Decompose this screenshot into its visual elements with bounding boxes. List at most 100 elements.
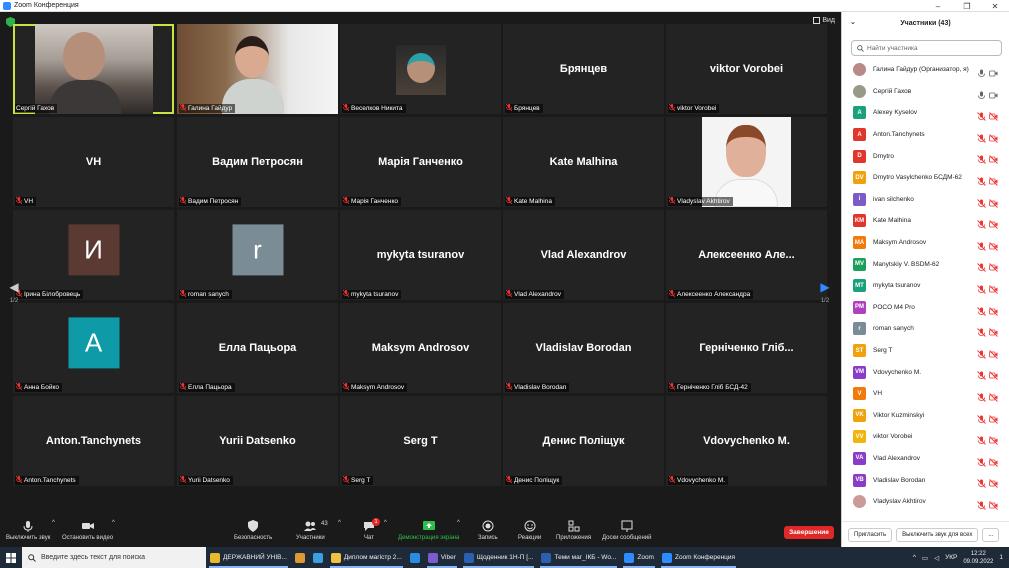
- video-tile[interactable]: Vladislav Borodan Vladislav Borodan: [503, 303, 664, 393]
- participant-row[interactable]: Галина Гайдур (Организатор, я): [842, 59, 1009, 81]
- participant-row[interactable]: DV Dmytro Vasylchenko БСДМ-62: [842, 167, 1009, 189]
- video-tile[interactable]: Anton.Tanchynets Anton.Tanchynets: [13, 396, 174, 486]
- notification-count[interactable]: 1: [999, 554, 1003, 561]
- taskbar-app[interactable]: Щоденник 1Н-П [...: [460, 547, 538, 568]
- taskbar-app[interactable]: Теми маг_ІКБ - Wo...: [537, 547, 620, 568]
- taskbar-app[interactable]: Диплом магістр 2...: [327, 547, 406, 568]
- video-tile[interactable]: Yurii Datsenko Yurii Datsenko: [177, 396, 338, 486]
- security-button[interactable]: Безопасность: [234, 520, 272, 541]
- stop-video-button[interactable]: Остановить видео: [62, 520, 113, 541]
- muted-microphone-icon[interactable]: [977, 475, 986, 489]
- video-tile[interactable]: r roman sanych: [177, 210, 338, 300]
- close-button[interactable]: ✕: [981, 0, 1009, 12]
- muted-microphone-icon[interactable]: [977, 108, 986, 122]
- end-meeting-button[interactable]: Завершение: [784, 526, 834, 539]
- mute-button[interactable]: Выключить звук: [6, 520, 50, 541]
- video-off-icon[interactable]: [989, 108, 998, 122]
- muted-microphone-icon[interactable]: [977, 432, 986, 445]
- prev-page-button[interactable]: ◀ 1/2: [9, 267, 19, 317]
- chat-options-caret[interactable]: ^: [384, 520, 387, 526]
- video-off-icon[interactable]: [989, 259, 998, 273]
- minimize-button[interactable]: –: [924, 0, 952, 12]
- muted-microphone-icon[interactable]: [977, 389, 986, 402]
- taskbar-app[interactable]: [309, 547, 327, 568]
- muted-microphone-icon[interactable]: [977, 130, 986, 143]
- video-tile[interactable]: Герніченко Гліб... Герніченко Гліб БСД-42: [666, 303, 827, 393]
- participants-options-caret[interactable]: ^: [338, 520, 341, 526]
- muted-microphone-icon[interactable]: [977, 497, 986, 510]
- video-off-icon[interactable]: [989, 346, 998, 359]
- participant-row[interactable]: V VH: [842, 383, 1009, 405]
- record-button[interactable]: Запись: [478, 520, 498, 541]
- video-off-icon[interactable]: [989, 173, 998, 186]
- start-button[interactable]: [0, 547, 22, 568]
- taskbar-app[interactable]: [406, 547, 424, 568]
- participant-row[interactable]: VV viktor Vorobei: [842, 426, 1009, 448]
- participant-row[interactable]: KM Kate Malhina: [842, 210, 1009, 232]
- muted-microphone-icon[interactable]: [977, 238, 986, 251]
- mute-all-button[interactable]: Выключить звук для всех: [896, 527, 979, 542]
- video-camera-icon[interactable]: [989, 65, 998, 77]
- microphone-icon[interactable]: [977, 87, 986, 99]
- video-tile[interactable]: Алексеенко Але... Алексеенко Александра: [666, 210, 827, 300]
- participant-search-input[interactable]: [867, 44, 997, 52]
- participant-row[interactable]: D Dmytro: [842, 145, 1009, 167]
- video-options-caret[interactable]: ^: [112, 520, 115, 526]
- muted-microphone-icon[interactable]: [977, 303, 986, 316]
- video-tile[interactable]: viktor Vorobei viktor Vorobei: [666, 24, 827, 114]
- video-tile[interactable]: Сергій Гахов: [13, 24, 174, 114]
- video-off-icon[interactable]: [989, 367, 998, 381]
- taskbar-search[interactable]: Введите здесь текст для поиска: [22, 547, 206, 568]
- volume-icon[interactable]: ◁: [934, 554, 939, 562]
- invite-button[interactable]: Пригласить: [848, 527, 893, 542]
- participant-row[interactable]: Сергій Гахов: [842, 81, 1009, 103]
- participant-row[interactable]: i ivan silchenko: [842, 189, 1009, 211]
- video-off-icon[interactable]: [989, 389, 998, 402]
- video-off-icon[interactable]: [989, 303, 998, 316]
- video-off-icon[interactable]: [989, 238, 998, 251]
- video-off-icon[interactable]: [989, 151, 998, 165]
- video-tile[interactable]: Галина Гайдур: [177, 24, 338, 114]
- muted-microphone-icon[interactable]: [977, 346, 986, 359]
- video-off-icon[interactable]: [989, 216, 998, 229]
- clock[interactable]: 12:22 09.09.2022: [963, 550, 993, 566]
- video-off-icon[interactable]: [989, 411, 998, 424]
- video-tile[interactable]: И Ірина Білобровець: [13, 210, 174, 300]
- video-off-icon[interactable]: [989, 497, 998, 510]
- participant-row[interactable]: VA Vlad Alexandrov: [842, 448, 1009, 470]
- muted-microphone-icon[interactable]: [977, 281, 986, 294]
- video-off-icon[interactable]: [989, 281, 998, 294]
- taskbar-app[interactable]: Zoom Конференция: [658, 547, 739, 568]
- participant-row[interactable]: PM POCO M4 Pro: [842, 297, 1009, 319]
- video-off-icon[interactable]: [989, 130, 998, 143]
- participant-row[interactable]: Vladyslav Akhtirov: [842, 491, 1009, 513]
- audio-options-caret[interactable]: ^: [52, 520, 55, 526]
- participant-row[interactable]: r roman sanych: [842, 318, 1009, 340]
- view-button[interactable]: Вид: [813, 17, 835, 24]
- share-options-caret[interactable]: ^: [457, 520, 460, 526]
- video-off-icon[interactable]: [989, 432, 998, 445]
- participant-row[interactable]: MV Manytskiy V. BSDM-62: [842, 253, 1009, 275]
- participant-search[interactable]: [851, 40, 1002, 56]
- video-tile[interactable]: Брянцев Брянцев: [503, 24, 664, 114]
- network-icon[interactable]: ▭: [922, 554, 928, 562]
- muted-microphone-icon[interactable]: [977, 216, 986, 229]
- muted-microphone-icon[interactable]: [977, 151, 986, 165]
- video-tile[interactable]: Марія Ганченко Марія Ганченко: [340, 117, 501, 207]
- participant-row[interactable]: A Alexey Kyselov: [842, 102, 1009, 124]
- participant-row[interactable]: ST Serg T: [842, 340, 1009, 362]
- muted-microphone-icon[interactable]: [977, 195, 986, 208]
- video-tile[interactable]: Kate Malhina Kate Malhina: [503, 117, 664, 207]
- muted-microphone-icon[interactable]: [977, 454, 986, 467]
- participant-row[interactable]: VB Vladislav Borodan: [842, 469, 1009, 491]
- video-tile[interactable]: Елла Пацьора Елла Пацьора: [177, 303, 338, 393]
- video-camera-icon[interactable]: [989, 87, 998, 98]
- muted-microphone-icon[interactable]: [977, 173, 986, 186]
- participant-row[interactable]: VK Viktor Kuzminskyi: [842, 405, 1009, 427]
- muted-microphone-icon[interactable]: [977, 324, 986, 337]
- more-options-button[interactable]: ...: [982, 527, 1000, 542]
- video-tile[interactable]: Vdovychenko M. Vdovychenko M.: [666, 396, 827, 486]
- apps-button[interactable]: Приложения: [556, 520, 591, 541]
- muted-microphone-icon[interactable]: [977, 411, 986, 424]
- video-tile[interactable]: Serg T Serg T: [340, 396, 501, 486]
